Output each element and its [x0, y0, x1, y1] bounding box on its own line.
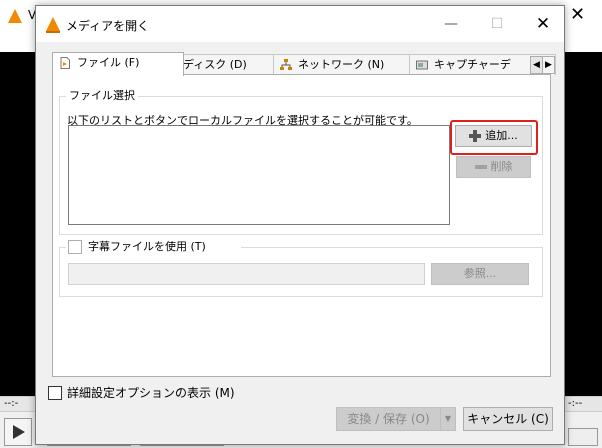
vlc-volume-control[interactable]	[568, 428, 598, 446]
highlight-box	[450, 120, 538, 155]
dialog-titlebar: メディアを開く — ☐ ✕	[36, 6, 564, 42]
cancel-button[interactable]: キャンセル (C)	[463, 407, 553, 431]
minus-icon	[474, 161, 487, 173]
media-source-tabs: ディスク (D) ネットワーク (N) キャプチャーデ ファイル (F) ◀ ▶	[52, 52, 556, 76]
file-icon	[60, 57, 70, 69]
vlc-elapsed-time: --:-	[4, 398, 19, 409]
remove-file-label: 削除	[490, 160, 513, 173]
open-media-dialog: メディアを開く — ☐ ✕ ディスク (D) ネットワーク (N) キャプチャー…	[35, 5, 565, 445]
close-button[interactable]: ✕	[520, 10, 566, 38]
dialog-title: メディアを開く	[66, 19, 150, 33]
maximize-button[interactable]: ☐	[474, 10, 520, 38]
tab-scroll-right-button[interactable]: ▶	[542, 56, 555, 74]
tab-capture-label: キャプチャーデ	[434, 58, 511, 71]
cancel-label: キャンセル (C)	[467, 412, 549, 426]
advanced-options-checkbox[interactable]	[48, 386, 62, 400]
vlc-total-time: -:--	[568, 398, 583, 409]
subtitle-checkbox[interactable]	[68, 240, 82, 254]
minimize-button[interactable]: —	[428, 10, 474, 38]
advanced-options-label: 詳細設定オプションの表示 (M)	[67, 386, 235, 400]
tab-network-label: ネットワーク (N)	[298, 58, 385, 71]
vlc-logo-icon	[8, 9, 22, 23]
vlc-logo-icon	[46, 17, 60, 33]
vlc-close-icon[interactable]: ✕	[570, 4, 585, 25]
subtitle-browse-label: 参照...	[463, 267, 497, 280]
convert-save-label: 変換 / 保存 (O)	[347, 412, 430, 426]
capture-icon	[416, 60, 428, 70]
remove-file-button[interactable]: 削除	[456, 156, 531, 178]
tab-disc-label: ディスク (D)	[183, 58, 247, 71]
subtitle-group-header: 字幕ファイルを使用 (T)	[66, 240, 241, 254]
convert-save-dropdown-icon[interactable]: ▼	[440, 407, 456, 431]
tab-file-label: ファイル (F)	[77, 56, 140, 69]
vlc-play-button[interactable]	[4, 418, 32, 446]
tab-network[interactable]: ネットワーク (N)	[273, 54, 410, 75]
subtitle-checkbox-label: 字幕ファイルを使用 (T)	[88, 240, 206, 253]
convert-save-button[interactable]: 変換 / 保存 (O)	[336, 407, 441, 431]
file-selection-label: ファイル選択	[66, 89, 138, 103]
subtitle-file-field[interactable]	[68, 263, 425, 285]
network-icon	[280, 59, 292, 70]
file-list[interactable]	[68, 125, 450, 225]
tab-file[interactable]: ファイル (F)	[52, 52, 184, 76]
subtitle-browse-button[interactable]: 参照...	[431, 263, 529, 285]
